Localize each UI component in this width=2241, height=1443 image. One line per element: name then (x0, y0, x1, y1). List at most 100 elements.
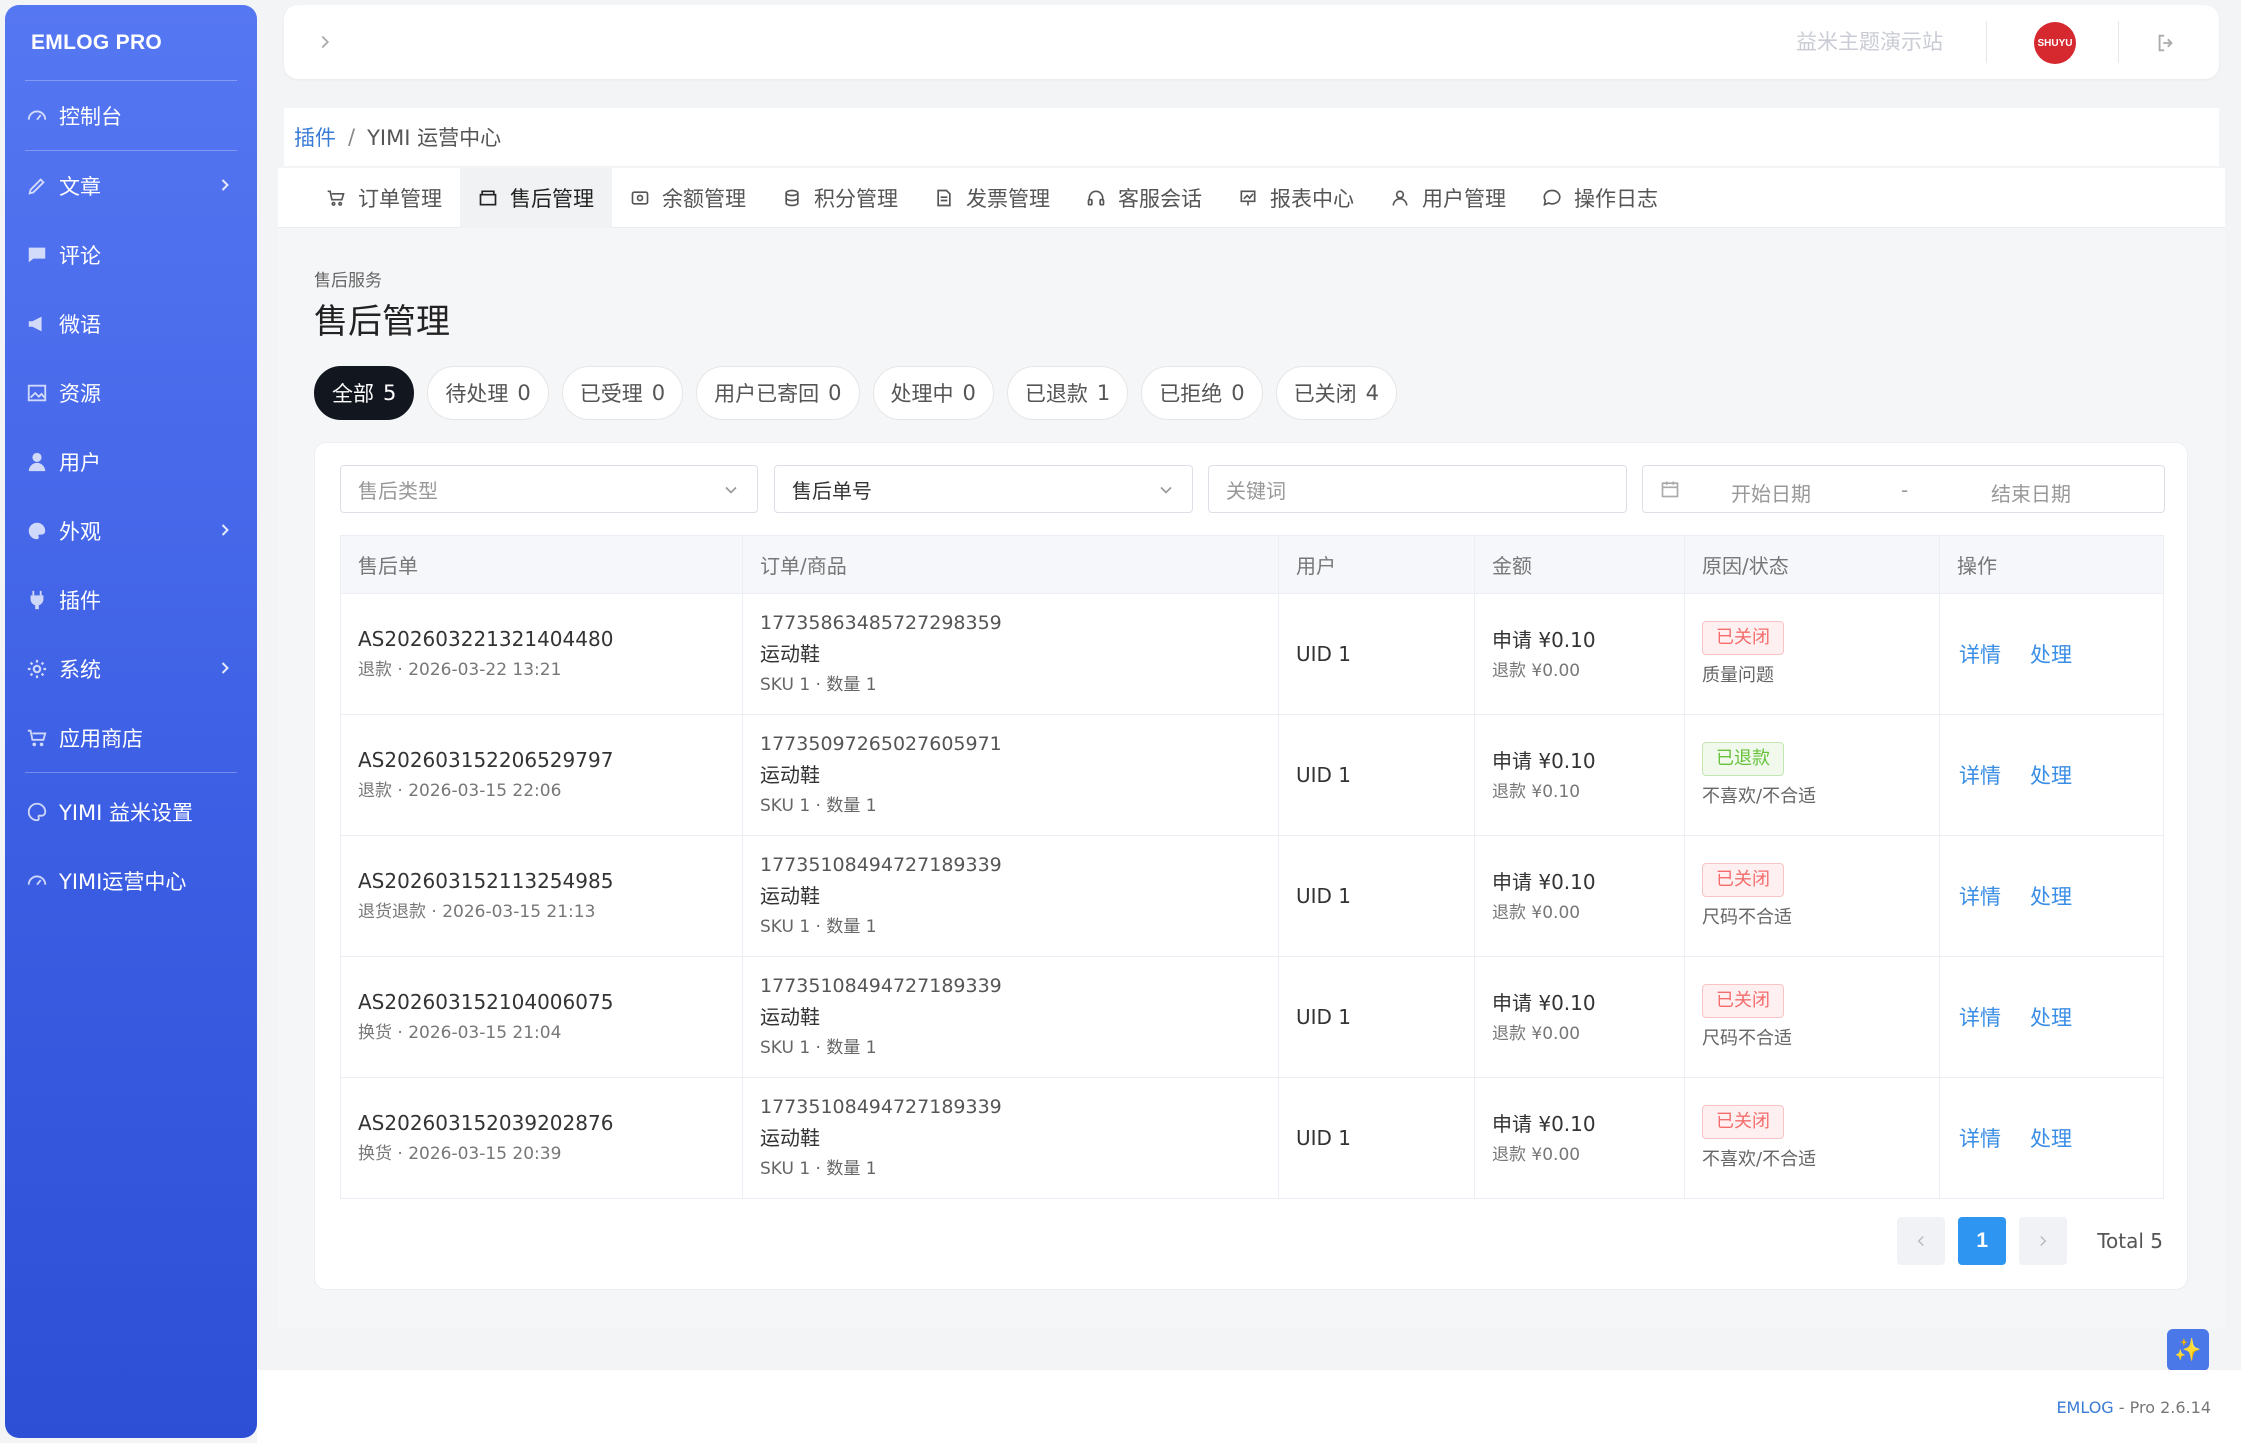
detail-link[interactable]: 详情 (1959, 639, 2001, 669)
after-sales-cell: AS202603152206529797 退款 · 2026-03-15 22:0… (340, 714, 743, 836)
handle-link[interactable]: 处理 (2030, 639, 2072, 669)
amount-cell: 申请 ¥0.10 退款 ¥0.00 (1474, 593, 1685, 715)
sidebar-item-articles[interactable]: 文章 (5, 151, 257, 220)
table-row: AS202603152104006075 换货 · 2026-03-15 21:0… (340, 956, 2164, 1078)
after-sales-number[interactable]: AS202603152113254985 (358, 865, 742, 897)
detail-link[interactable]: 详情 (1959, 760, 2001, 790)
apply-amount: 申请 ¥0.10 (1492, 870, 1596, 894)
filter-chip-pending[interactable]: 待处理 0 (427, 366, 549, 420)
after-sales-number[interactable]: AS202603221321404480 (358, 623, 742, 655)
keyword-input[interactable]: 关键词 (1208, 465, 1627, 513)
handle-link[interactable]: 处理 (2030, 760, 2072, 790)
tab-balance[interactable]: 余额管理 (612, 168, 764, 228)
refund-amount: 退款 ¥0.00 (1492, 1145, 1581, 1165)
breadcrumb-plugins-link[interactable]: 插件 (294, 122, 336, 152)
wallet-icon (631, 190, 649, 205)
tab-orders[interactable]: 订单管理 (308, 168, 460, 228)
chip-label: 用户已寄回 (714, 382, 820, 406)
sku-quantity: SKU 1 · 数量 1 (760, 796, 877, 816)
sidebar-item-yimi-ops[interactable]: YIMI运营中心 (5, 846, 257, 915)
sku-quantity: SKU 1 · 数量 1 (760, 675, 877, 695)
tab-operation-log[interactable]: 操作日志 (1524, 168, 1676, 228)
order-number: 17735863485727298359 (760, 612, 1002, 634)
sidebar-item-twitter[interactable]: 微语 (5, 289, 257, 358)
chip-count: 4 (1365, 381, 1379, 405)
next-page-button[interactable] (2019, 1217, 2068, 1265)
sidebar-item-yimi-settings[interactable]: YIMI 益米设置 (5, 777, 257, 846)
top-bar: 益米主题演示站 SHUYU (284, 5, 2219, 79)
image-icon (25, 381, 49, 405)
sidebar-item-store[interactable]: 应用商店 (5, 703, 257, 772)
handle-link[interactable]: 处理 (2030, 881, 2072, 911)
sidebar-item-appearance[interactable]: 外观 (5, 496, 257, 565)
sidebar-item-label: 资源 (59, 381, 101, 406)
filter-chip-all[interactable]: 全部 5 (314, 366, 415, 420)
filter-chip-processing[interactable]: 处理中 0 (872, 366, 994, 420)
site-name-link[interactable]: 益米主题演示站 (1796, 5, 1943, 79)
brand-logo[interactable]: EMLOG PRO (5, 5, 257, 80)
detail-link[interactable]: 详情 (1959, 881, 2001, 911)
after-sales-type-time: 换货 · 2026-03-15 20:39 (358, 1144, 562, 1164)
start-date-input[interactable]: 开始日期 (1731, 478, 1811, 507)
tab-points[interactable]: 积分管理 (764, 168, 916, 228)
sidebar-item-plugins[interactable]: 插件 (5, 565, 257, 634)
emlog-link[interactable]: EMLOG (2056, 1398, 2113, 1417)
sidebar-item-label: YIMI 益米设置 (59, 800, 194, 825)
after-sales-cell: AS202603152039202876 换货 · 2026-03-15 20:3… (340, 1077, 743, 1199)
end-date-input[interactable]: 结束日期 (1991, 478, 2071, 507)
sidebar-item-label: 系统 (59, 657, 101, 682)
sidebar-item-label: YIMI运营中心 (59, 869, 187, 894)
filter-chip-rejected[interactable]: 已拒绝 0 (1141, 366, 1263, 420)
sparkle-icon[interactable]: ✨ (2167, 1329, 2209, 1371)
sidebar-item-dashboard[interactable]: 控制台 (5, 81, 257, 150)
type-select[interactable]: 售后类型 (340, 465, 758, 513)
detail-link[interactable]: 详情 (1959, 1002, 2001, 1032)
tab-invoices[interactable]: 发票管理 (916, 168, 1068, 228)
version-text: - Pro 2.6.14 (2113, 1398, 2211, 1417)
order-cell: 17735097265027605971 运动鞋 SKU 1 · 数量 1 (742, 714, 1279, 836)
sidebar-item-users[interactable]: 用户 (5, 427, 257, 496)
apply-amount: 申请 ¥0.10 (1492, 991, 1596, 1015)
after-sales-number[interactable]: AS202603152206529797 (358, 744, 742, 776)
sidebar-item-comments[interactable]: 评论 (5, 220, 257, 289)
filter-chip-returned[interactable]: 用户已寄回 0 (696, 366, 860, 420)
filter-chip-accepted[interactable]: 已受理 0 (561, 366, 684, 420)
date-range-picker[interactable]: 开始日期 - 结束日期 (1642, 465, 2165, 513)
column-header: 用户 (1278, 535, 1475, 594)
user-icon (25, 450, 49, 474)
handle-link[interactable]: 处理 (2030, 1123, 2072, 1153)
tab-label: 订单管理 (358, 186, 442, 211)
status-cell: 已关闭 不喜欢/不合适 (1684, 1077, 1940, 1199)
sidebar-item-system[interactable]: 系统 (5, 634, 257, 703)
tab-after-sales[interactable]: 售后管理 (460, 167, 612, 228)
sidebar-item-media[interactable]: 资源 (5, 358, 257, 427)
chevron-right-icon[interactable] (314, 31, 336, 53)
pencil-icon (25, 174, 49, 198)
after-sales-number[interactable]: AS202603152104006075 (358, 986, 742, 1018)
table-header-row: 售后单 订单/商品 用户 金额 原因/状态 操作 (340, 535, 2164, 594)
after-sales-number[interactable]: AS202603152039202876 (358, 1107, 742, 1139)
tab-label: 余额管理 (662, 186, 746, 211)
handle-link[interactable]: 处理 (2030, 1002, 2072, 1032)
reason-text: 不喜欢/不合适 (1702, 786, 1817, 807)
detail-link[interactable]: 详情 (1959, 1123, 2001, 1153)
prev-page-button[interactable] (1897, 1217, 1946, 1265)
tab-reports[interactable]: 报表中心 (1220, 168, 1372, 228)
avatar[interactable]: SHUYU (2034, 22, 2076, 64)
filter-chip-closed[interactable]: 已关闭 4 (1275, 366, 1397, 420)
chart-icon (1240, 190, 1256, 205)
breadcrumb-separator: / (348, 125, 356, 149)
page-number-button[interactable]: 1 (1958, 1217, 2007, 1265)
total-count: Total 5 (2097, 1229, 2163, 1253)
filter-chip-refunded[interactable]: 已退款 1 (1006, 366, 1129, 420)
chip-label: 已拒绝 (1159, 382, 1223, 406)
search-field-select[interactable]: 售后单号 (774, 465, 1193, 513)
tab-user-management[interactable]: 用户管理 (1372, 168, 1524, 228)
tab-label: 客服会话 (1118, 186, 1202, 211)
footer (257, 1370, 2241, 1443)
actions-cell: 详情 处理 (1939, 593, 2164, 715)
logout-icon[interactable] (2155, 32, 2177, 54)
tab-customer-service[interactable]: 客服会话 (1068, 168, 1220, 228)
refund-amount: 退款 ¥0.00 (1492, 903, 1581, 923)
refund-amount: 退款 ¥0.10 (1492, 782, 1581, 802)
